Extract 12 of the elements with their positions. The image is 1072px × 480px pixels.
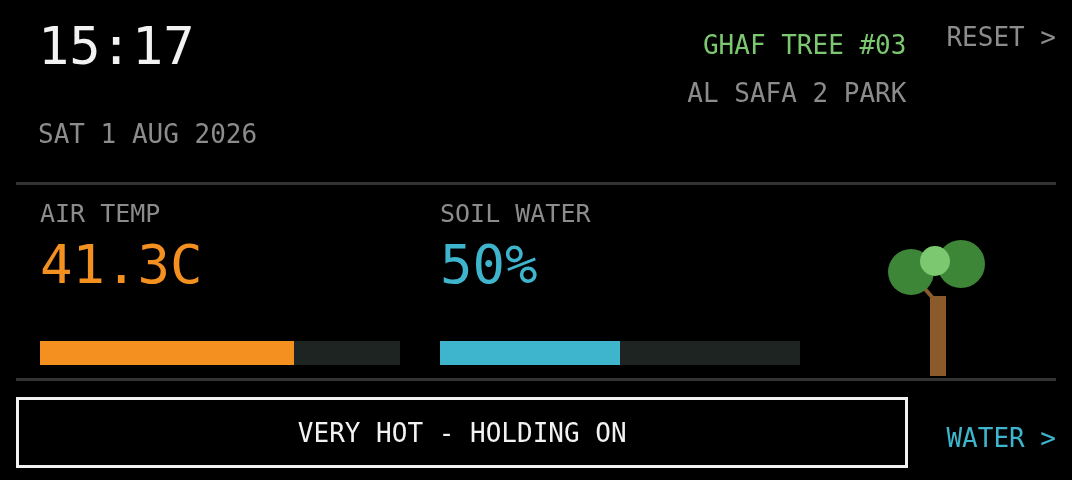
date-text: SAT 1 AUG 2026 bbox=[38, 119, 259, 149]
status-message: VERY HOT - HOLDING ON bbox=[16, 397, 909, 468]
reading-label: AIR TEMP bbox=[40, 199, 162, 229]
tree-name: GHAF TREE #03 bbox=[702, 30, 907, 60]
clock-time: 15:17 bbox=[38, 15, 196, 78]
location-text: AL SAFA 2 PARK bbox=[687, 78, 907, 108]
reading-value: 50% bbox=[440, 233, 539, 297]
water-button[interactable]: WATER > bbox=[946, 422, 1056, 453]
reading-value: 41.3C bbox=[40, 233, 204, 297]
reading-label: SOIL WATER bbox=[440, 199, 592, 229]
tree-icon bbox=[888, 239, 986, 376]
reset-button[interactable]: RESET > bbox=[946, 22, 1056, 52]
